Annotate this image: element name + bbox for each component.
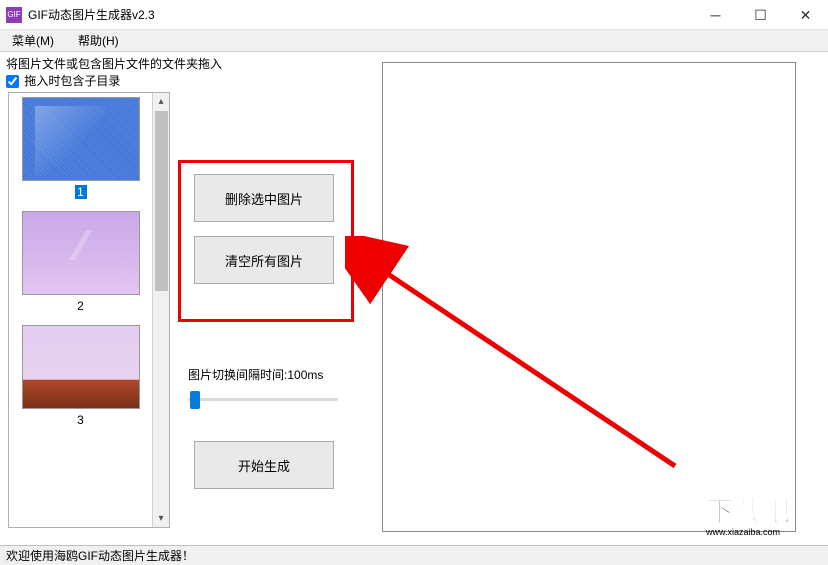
thumbnail-image bbox=[22, 211, 140, 295]
scroll-thumb[interactable] bbox=[155, 111, 168, 291]
thumbnail-panel: 1 2 3 ▴ ▾ bbox=[8, 92, 170, 528]
close-button[interactable]: ✕ bbox=[783, 0, 828, 30]
content-area: 将图片文件或包含图片文件的文件夹拖入 拖入时包含子目录 1 2 3 ▴ ▾ bbox=[0, 52, 828, 545]
thumbnail-label: 2 bbox=[75, 299, 87, 313]
delete-selected-button[interactable]: 删除选中图片 bbox=[194, 174, 334, 222]
list-item[interactable]: 1 bbox=[11, 97, 150, 199]
maximize-button[interactable]: ☐ bbox=[738, 0, 783, 30]
titlebar: GIF GIF动态图片生成器v2.3 ─ ☐ ✕ bbox=[0, 0, 828, 30]
thumbnail-label: 1 bbox=[75, 185, 87, 199]
thumbnail-image bbox=[22, 325, 140, 409]
interval-label-prefix: 图片切换间隔时间: bbox=[188, 368, 287, 382]
window-title: GIF动态图片生成器v2.3 bbox=[28, 6, 155, 23]
list-item[interactable]: 2 bbox=[11, 211, 150, 313]
slider-track bbox=[188, 398, 338, 401]
statusbar: 欢迎使用海鸥GIF动态图片生成器！ bbox=[0, 545, 828, 565]
clear-all-button[interactable]: 清空所有图片 bbox=[194, 236, 334, 284]
scroll-up-icon[interactable]: ▴ bbox=[153, 93, 169, 110]
menubar: 菜单(M) 帮助(H) bbox=[0, 30, 828, 52]
scroll-down-icon[interactable]: ▾ bbox=[153, 510, 169, 527]
controls-column: 删除选中图片 清空所有图片 图片切换间隔时间:100ms 开始生成 bbox=[180, 160, 375, 503]
include-subdirs-checkbox[interactable] bbox=[6, 75, 19, 88]
minimize-button[interactable]: ─ bbox=[693, 0, 738, 30]
preview-panel bbox=[382, 62, 796, 532]
thumbnail-list[interactable]: 1 2 3 bbox=[9, 93, 152, 527]
thumbnail-label: 3 bbox=[75, 413, 87, 427]
include-subdirs-label: 拖入时包含子目录 bbox=[24, 74, 120, 88]
interval-slider[interactable] bbox=[188, 389, 338, 411]
scrollbar[interactable]: ▴ ▾ bbox=[152, 93, 169, 527]
window-controls: ─ ☐ ✕ bbox=[693, 0, 828, 29]
list-item[interactable]: 3 bbox=[11, 325, 150, 427]
status-text: 欢迎使用海鸥GIF动态图片生成器！ bbox=[6, 547, 194, 564]
menu-item-main[interactable]: 菜单(M) bbox=[0, 30, 66, 51]
interval-label: 图片切换间隔时间:100ms bbox=[188, 366, 375, 383]
thumbnail-image bbox=[22, 97, 140, 181]
app-icon: GIF bbox=[6, 7, 22, 23]
menu-item-help[interactable]: 帮助(H) bbox=[66, 30, 131, 51]
slider-thumb[interactable] bbox=[190, 391, 200, 409]
start-generate-button[interactable]: 开始生成 bbox=[194, 441, 334, 489]
interval-value: 100ms bbox=[287, 368, 323, 382]
